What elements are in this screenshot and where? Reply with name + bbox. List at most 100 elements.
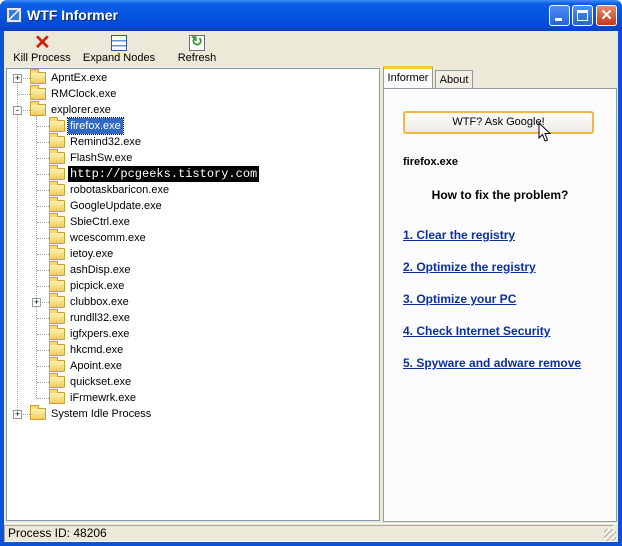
tree-node[interactable]: robotaskbaricon.exe xyxy=(7,181,379,198)
tree-node[interactable]: rundll32.exe xyxy=(7,309,379,326)
tab-about[interactable]: About xyxy=(435,70,473,88)
process-tree[interactable]: + ApntEx.exe RMClock.exe - explorer.exe firef… xyxy=(6,68,380,521)
maximize-icon xyxy=(577,10,588,21)
tree-node-label[interactable]: SbieCtrl.exe xyxy=(68,214,132,230)
tree-node[interactable]: + System Idle Process xyxy=(7,405,379,422)
expand-nodes-button[interactable]: Expand Nodes xyxy=(82,33,156,66)
folder-icon xyxy=(30,69,46,84)
expand-icon[interactable]: + xyxy=(13,74,22,83)
maximize-button[interactable] xyxy=(572,5,593,26)
client-area: ✕ Kill Process Expand Nodes Refresh + Apn… xyxy=(4,31,618,542)
tree-node-label[interactable]: Remind32.exe xyxy=(68,134,143,150)
tree-node-label[interactable]: Apoint.exe xyxy=(68,358,124,374)
tree-node-label[interactable]: robotaskbaricon.exe xyxy=(68,182,171,198)
tree-node[interactable]: Remind32.exe xyxy=(7,133,379,150)
tree-node[interactable]: + clubbox.exe xyxy=(7,293,379,310)
selected-process-name: firefox.exe xyxy=(403,156,459,168)
tree-node-label[interactable]: rundll32.exe xyxy=(68,310,132,326)
tree-node[interactable]: igfxpers.exe xyxy=(7,325,379,342)
how-to-heading: How to fix the problem? xyxy=(431,188,569,202)
folder-icon xyxy=(49,357,65,372)
tree-node[interactable]: iFrmewrk.exe xyxy=(7,389,379,406)
folder-icon xyxy=(49,165,65,180)
tab-informer[interactable]: Informer xyxy=(383,66,433,88)
folder-icon xyxy=(49,293,65,308)
tree-node[interactable]: RMClock.exe xyxy=(7,85,379,102)
ask-google-button[interactable]: WTF? Ask Google! xyxy=(403,111,594,134)
close-button[interactable]: ✕ xyxy=(596,5,617,26)
resize-grip-icon[interactable] xyxy=(604,529,616,541)
tree-node-label[interactable]: GoogleUpdate.exe xyxy=(68,198,164,214)
folder-icon xyxy=(49,197,65,212)
expand-nodes-label: Expand Nodes xyxy=(82,52,156,64)
tree-node-label[interactable]: quickset.exe xyxy=(68,374,133,390)
folder-icon xyxy=(49,181,65,196)
tree-node-label[interactable]: ApntEx.exe xyxy=(49,70,109,86)
folder-icon xyxy=(49,149,65,164)
app-icon[interactable] xyxy=(6,7,22,23)
link-optimize-pc[interactable]: 3. Optimize your PC xyxy=(403,292,516,306)
folder-icon xyxy=(49,229,65,244)
tree-node[interactable]: + ApntEx.exe xyxy=(7,69,379,86)
kill-process-button[interactable]: ✕ Kill Process xyxy=(12,33,72,66)
tree-node[interactable]: - explorer.exe xyxy=(7,101,379,118)
tree-node-label[interactable]: picpick.exe xyxy=(68,278,126,294)
tree-node-label[interactable]: ashDisp.exe xyxy=(68,262,133,278)
tree-node-label[interactable]: wcescomm.exe xyxy=(68,230,148,246)
tree-node[interactable]: FlashSw.exe xyxy=(7,149,379,166)
tree-node-label[interactable]: explorer.exe xyxy=(49,102,113,118)
folder-icon xyxy=(30,405,46,420)
collapse-icon[interactable]: - xyxy=(13,106,22,115)
folder-icon xyxy=(49,261,65,276)
tree-node[interactable]: SbieCtrl.exe xyxy=(7,213,379,230)
app-window: WTF Informer ✕ ✕ Kill Process Expand Nod… xyxy=(0,0,622,546)
tree-node[interactable]: wcescomm.exe xyxy=(7,229,379,246)
tree-node[interactable]: GoogleUpdate.exe xyxy=(7,197,379,214)
minimize-button[interactable] xyxy=(549,5,570,26)
tree-node-label[interactable]: igfxpers.exe xyxy=(68,326,131,342)
link-optimize-registry[interactable]: 2. Optimize the registry xyxy=(403,260,536,274)
folder-icon xyxy=(49,325,65,340)
informer-tab-page: WTF? Ask Google! firefox.exe How to fix … xyxy=(383,88,617,522)
tree-node[interactable]: Apoint.exe xyxy=(7,357,379,374)
tree-node[interactable]: firefox.exe xyxy=(7,117,379,135)
link-internet-security[interactable]: 4. Check Internet Security xyxy=(403,324,550,338)
tree-node-label[interactable]: RMClock.exe xyxy=(49,86,118,102)
tree-node[interactable]: ashDisp.exe xyxy=(7,261,379,278)
window-title: WTF Informer xyxy=(27,7,118,23)
red-x-icon: ✕ xyxy=(34,32,51,54)
tree-node[interactable]: hkcmd.exe xyxy=(7,341,379,358)
link-clear-registry[interactable]: 1. Clear the registry xyxy=(403,228,515,242)
tree-node[interactable]: ietoy.exe xyxy=(7,245,379,262)
mouse-pointer-icon xyxy=(538,122,552,142)
link-spyware-remove[interactable]: 5. Spyware and adware remove xyxy=(403,356,581,370)
tree-node-label[interactable]: FlashSw.exe xyxy=(68,150,134,166)
tree-node-label[interactable]: hkcmd.exe xyxy=(68,342,125,358)
status-text: Process ID: 48206 xyxy=(4,525,614,542)
title-bar[interactable]: WTF Informer ✕ xyxy=(0,0,622,31)
refresh-label: Refresh xyxy=(177,52,217,64)
tree-node-label[interactable]: iFrmewrk.exe xyxy=(68,390,138,406)
right-panel: Informer About WTF? Ask Google! firefox.… xyxy=(381,66,618,522)
tree-list-icon xyxy=(111,35,127,51)
expand-icon[interactable]: + xyxy=(13,410,22,419)
tree-node-label[interactable]: clubbox.exe xyxy=(68,294,131,310)
toolbar: ✕ Kill Process Expand Nodes Refresh xyxy=(4,31,618,67)
minimize-icon xyxy=(555,18,562,21)
kill-process-label: Kill Process xyxy=(13,52,71,64)
folder-icon xyxy=(49,245,65,260)
expand-icon[interactable]: + xyxy=(32,298,41,307)
tree-node-label[interactable]: ietoy.exe xyxy=(68,246,115,262)
refresh-button[interactable]: Refresh xyxy=(174,33,220,66)
tree-node[interactable]: quickset.exe xyxy=(7,373,379,390)
folder-icon xyxy=(30,101,46,116)
folder-icon xyxy=(49,117,65,132)
tree-node[interactable]: picpick.exe xyxy=(7,277,379,294)
tree-node-label[interactable]: System Idle Process xyxy=(49,406,153,422)
folder-icon xyxy=(49,213,65,228)
status-bar: Process ID: 48206 xyxy=(4,523,618,542)
tree-node-label[interactable]: http://pcgeeks.tistory.com xyxy=(68,166,260,182)
tree-node-label[interactable]: firefox.exe xyxy=(67,117,124,135)
close-icon: ✕ xyxy=(600,7,613,24)
tree-node[interactable]: http://pcgeeks.tistory.com xyxy=(7,165,379,182)
